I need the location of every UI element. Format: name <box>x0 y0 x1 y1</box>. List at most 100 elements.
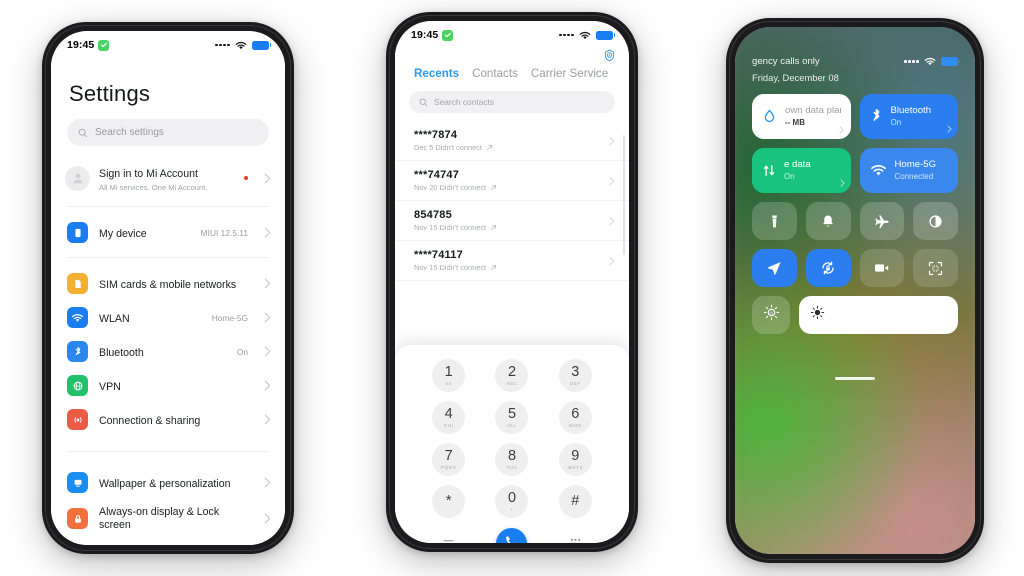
sign-in-mi-account-row[interactable]: Sign in to Mi Account All Mi services. O… <box>51 158 285 199</box>
bluetooth-icon <box>67 341 88 363</box>
signal-dots-icon <box>215 43 230 47</box>
sim-card-icon <box>67 273 88 295</box>
settings-group-personalization: Wallpaper & personalization Always-on di… <box>51 464 285 538</box>
card-title: Home-5G <box>894 158 937 170</box>
chevron-right-icon <box>264 278 271 289</box>
item-text: SIM cards & mobile networks <box>99 275 237 293</box>
call-list-item[interactable]: ****74117 Nov 15 Didn't connect <box>395 241 629 281</box>
item-label: VPN <box>99 380 121 393</box>
auto-brightness-toggle[interactable]: A <box>752 296 790 334</box>
card-bluetooth[interactable]: Bluetooth On <box>859 94 958 139</box>
key-digit: # <box>571 492 580 509</box>
dialpad-key-hash[interactable]: # <box>558 485 592 518</box>
sidebar-item-wallpaper[interactable]: Wallpaper & personalization <box>51 466 285 500</box>
recent-calls-list: ****7874 Dec 5 Didn't connect ***74747 N… <box>395 121 629 281</box>
dialpad-key-0[interactable]: 0 + <box>495 485 529 518</box>
dialpad-key-6[interactable]: 6 MNO <box>558 401 592 434</box>
flashlight-icon <box>768 214 781 229</box>
divider <box>67 450 269 452</box>
tile-screen-recorder[interactable] <box>859 249 905 287</box>
red-dot-badge <box>244 176 248 181</box>
item-text: Always-on display & Lock screen <box>99 506 253 532</box>
tile-auto-rotate-lock[interactable] <box>805 249 851 287</box>
status-bar: gency calls only <box>735 27 975 67</box>
card-subtitle: Connected <box>894 172 934 182</box>
battery-full-icon <box>941 57 961 66</box>
search-input[interactable]: Search settings <box>67 119 269 146</box>
card-title: own data plan <box>785 104 841 116</box>
card-mobile-data[interactable]: e data On <box>752 148 851 193</box>
dialpad-key-3[interactable]: 3 DEF <box>558 359 592 392</box>
tab-recents[interactable]: Recents <box>414 67 459 80</box>
call-meta: Dec 5 Didn't connect <box>414 143 609 152</box>
dialpad-key-4[interactable]: 4 GHI <box>432 401 466 434</box>
dark-mode-icon <box>928 214 943 229</box>
call-button[interactable] <box>496 528 528 543</box>
divider <box>67 256 269 258</box>
chevron-right-icon <box>264 477 271 488</box>
key-letters: GHI <box>443 423 454 428</box>
outgoing-call-icon <box>490 224 497 231</box>
tab-carrier-service[interactable]: Carrier Service <box>531 67 608 80</box>
call-list-item[interactable]: ****7874 Dec 5 Didn't connect <box>395 121 629 161</box>
dialpad-key-1[interactable]: 1 oo <box>432 359 466 392</box>
item-label: Connection & sharing <box>99 414 201 427</box>
status-bar-right <box>904 57 961 66</box>
wifi-icon <box>67 307 88 329</box>
location-icon <box>766 260 782 276</box>
scrollbar[interactable] <box>623 135 625 255</box>
settings-gear-icon[interactable] <box>603 49 616 62</box>
card-wlan[interactable]: Home-5G Connected <box>859 148 958 193</box>
tab-contacts[interactable]: Contacts <box>472 67 518 80</box>
quick-toggle-tiles <box>735 193 975 287</box>
call-number: ***74747 <box>414 169 460 181</box>
dialpad-keys: 1 oo 2 ABC 3 DEF 4 GHI 5 JKL 6 MNO 7 PQRS 8 TUV … <box>395 359 629 518</box>
item-label: Always-on display & Lock screen <box>99 505 220 531</box>
keypad-dots-icon[interactable] <box>570 538 581 543</box>
call-item-text: ****74117 Nov 15 Didn't connect <box>414 249 609 272</box>
sidebar-item-my-device[interactable]: My device MIUI 12.5.11 <box>51 216 285 250</box>
tile-dark-mode[interactable] <box>913 202 958 240</box>
tile-airplane-mode[interactable] <box>859 202 905 240</box>
sidebar-item-bluetooth[interactable]: Bluetooth On <box>51 335 285 369</box>
dialpad-key-5[interactable]: 5 JKL <box>495 401 529 434</box>
sidebar-item-always-on-display[interactable]: Always-on display & Lock screen <box>51 500 285 538</box>
tile-location[interactable] <box>752 249 797 287</box>
card-title: e data <box>784 158 811 170</box>
tile-scanner[interactable] <box>913 249 958 287</box>
status-bar-right <box>559 30 616 40</box>
chevron-right-icon <box>839 126 844 134</box>
dialpad-actions <box>395 518 629 543</box>
search-contacts-input[interactable]: Search contacts <box>409 91 615 113</box>
item-value: Home-5G <box>211 312 248 323</box>
tile-ringer[interactable] <box>805 202 851 240</box>
tile-flashlight[interactable] <box>752 202 797 240</box>
sidebar-item-sim-cards[interactable]: SIM cards & mobile networks <box>51 267 285 301</box>
battery-full-icon <box>596 30 616 40</box>
call-list-item[interactable]: ***74747 Nov 20 Didn't connect <box>395 161 629 201</box>
call-list-item[interactable]: 854785 Nov 15 Didn't connect <box>395 201 629 241</box>
card-data-plan[interactable]: own data plan -- MB <box>752 94 851 139</box>
account-subtitle: All Mi services. One Mi Account. <box>99 183 208 192</box>
key-digit: 7 <box>444 448 453 464</box>
sidebar-item-connection-sharing[interactable]: Connection & sharing <box>51 403 285 437</box>
status-bar-left: 19:45 <box>67 39 110 51</box>
dialpad-key-star[interactable]: * <box>432 485 466 518</box>
card-text: Home-5G Connected <box>895 159 949 183</box>
key-digit: 8 <box>507 448 517 464</box>
chevron-right-icon <box>609 136 615 146</box>
brightness-slider[interactable] <box>799 296 958 334</box>
dialpad-key-9[interactable]: 9 WXYZ <box>558 443 592 476</box>
carrier-label: gency calls only <box>752 56 820 67</box>
dialpad-key-2[interactable]: 2 ABC <box>495 359 529 392</box>
dialpad-key-8[interactable]: 8 TUV <box>495 443 529 476</box>
dialpad: 1 oo 2 ABC 3 DEF 4 GHI 5 JKL 6 MNO 7 PQRS 8 TUV … <box>395 345 629 543</box>
status-bar: 19:45 <box>395 21 629 45</box>
settings-group-network: SIM cards & mobile networks WLAN Home-5G <box>51 265 285 437</box>
sidebar-item-wlan[interactable]: WLAN Home-5G <box>51 301 285 335</box>
settings-content: Settings Search settings Sign in to Mi A… <box>51 55 285 545</box>
menu-lines-icon[interactable] <box>442 538 455 543</box>
globe-icon <box>67 375 88 397</box>
dialpad-key-7[interactable]: 7 PQRS <box>432 443 466 476</box>
sidebar-item-vpn[interactable]: VPN <box>51 369 285 403</box>
